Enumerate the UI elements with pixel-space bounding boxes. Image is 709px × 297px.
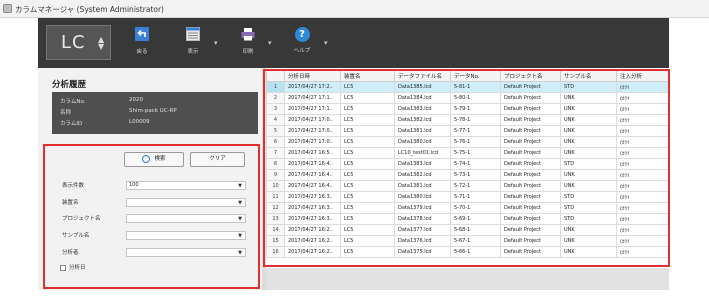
- info-key: 名称: [60, 110, 72, 116]
- instrument-selector[interactable]: LC ▲ ▼: [46, 25, 111, 60]
- back-button-label: 戻る: [136, 49, 148, 55]
- printer-icon: [241, 28, 255, 41]
- back-arrow-icon: [135, 27, 149, 41]
- title-bar: カラムマネージャ (System Administrator): [0, 0, 709, 18]
- toolbar: LC ▲ ▼ 戻る 表示 ▾ 印刷 ▾ ? ヘルプ ▾: [38, 18, 669, 68]
- grid-highlight: [263, 69, 670, 267]
- view-button[interactable]: 表示: [179, 27, 207, 61]
- print-button[interactable]: 印刷: [234, 27, 262, 61]
- search-criteria-highlight: [43, 144, 260, 289]
- print-dropdown-icon[interactable]: ▾: [268, 39, 272, 47]
- help-icon: ?: [294, 27, 310, 42]
- instrument-label: LC: [61, 32, 86, 53]
- spinner-arrows-icon[interactable]: ▲ ▼: [98, 36, 104, 51]
- print-button-label: 印刷: [242, 49, 254, 55]
- column-info-box: カラムNo. 2020 名称 Shim-pack UC-RP カラムID L00…: [52, 92, 258, 134]
- view-dropdown-icon[interactable]: ▾: [214, 39, 218, 47]
- view-button-label: 表示: [187, 49, 199, 55]
- window-title: カラムマネージャ (System Administrator): [15, 5, 164, 14]
- panel-title: 分析履歴: [52, 80, 87, 90]
- status-area: [38, 290, 669, 297]
- info-value: 2020: [129, 97, 143, 103]
- app-icon: [3, 4, 12, 13]
- view-list-icon: [186, 27, 200, 41]
- help-button-label: ヘルプ: [293, 48, 311, 54]
- help-button[interactable]: ? ヘルプ: [288, 27, 316, 61]
- info-key: カラムID: [60, 121, 83, 127]
- back-button[interactable]: 戻る: [128, 27, 156, 61]
- info-value: Shim-pack UC-RP: [129, 108, 177, 114]
- info-value: L00009: [129, 119, 150, 125]
- help-dropdown-icon[interactable]: ▾: [324, 39, 328, 47]
- info-key: カラムNo.: [60, 99, 86, 105]
- grid-empty-area: [266, 268, 669, 290]
